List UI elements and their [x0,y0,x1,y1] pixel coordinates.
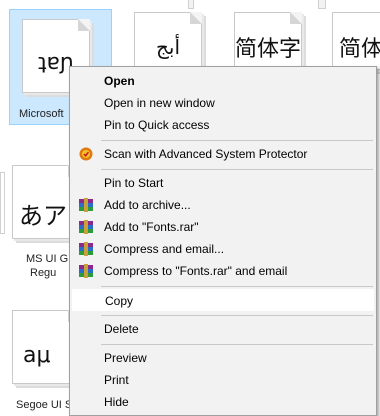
menu-item-preview[interactable]: Preview [72,347,374,369]
file-item-segoe-ui-symbol[interactable]: aμ Segoe UI S [0,305,80,416]
menu-item-delete[interactable]: Delete [72,318,374,340]
font-preview-glyph: 简体字 [235,37,302,62]
file-item-partial[interactable] [318,0,326,9]
context-menu: Open Open in new window Pin to Quick acc… [69,66,377,416]
file-label: Microsoft [19,108,64,120]
menu-separator [101,140,373,141]
menu-separator [101,286,373,287]
menu-item-label: Hide [104,395,129,409]
menu-item-compress-fonts-rar-email[interactable]: Compress to "Fonts.rar" and email [72,260,374,282]
menu-item-label: Open [104,74,135,88]
menu-item-label: Copy [105,294,134,308]
menu-item-hide[interactable]: Hide [72,391,374,413]
menu-item-label: Open in new window [104,96,215,110]
file-label-line2: Regu [30,267,57,279]
menu-item-label: Print [104,373,129,387]
menu-item-copy[interactable]: Copy [72,289,374,311]
file-item-partial[interactable] [0,172,5,234]
menu-item-scan-asp[interactable]: Scan with Advanced System Protector [72,143,374,165]
winrar-icon [79,242,93,256]
menu-item-label: Compress to "Fonts.rar" and email [104,264,288,278]
menu-item-pin-quick-access[interactable]: Pin to Quick access [72,114,374,136]
menu-separator [101,315,373,316]
file-item-chinese-2[interactable]: 简体 [330,12,380,70]
font-file-icon: 简体字 [234,12,302,70]
menu-item-add-to-archive[interactable]: Add to archive... [72,194,374,216]
menu-item-label: Scan with Advanced System Protector [104,147,308,161]
winrar-icon [79,264,93,278]
menu-item-compress-email[interactable]: Compress and email... [72,238,374,260]
file-item-simplified-chinese[interactable]: 简体字 [226,12,322,70]
menu-item-print[interactable]: Print [72,369,374,391]
menu-item-label: Add to "Fonts.rar" [104,220,199,234]
file-item-arabic[interactable]: أبج [124,12,220,70]
menu-item-label: Pin to Start [104,176,164,190]
font-preview-glyph: 简体 [339,37,380,62]
menu-item-label: Pin to Quick access [104,118,210,132]
file-item-partial[interactable] [188,0,194,9]
menu-item-label: Delete [104,322,139,336]
winrar-icon [79,198,93,212]
file-label: MS UI G [26,253,69,265]
menu-item-label: Compress and email... [104,242,225,256]
menu-item-open-new-window[interactable]: Open in new window [72,92,374,114]
menu-separator [101,344,373,345]
file-item-ms-ui-gothic[interactable]: あア MS UI G Regu [0,160,80,285]
file-label: Segoe UI S [16,399,73,411]
font-preview-glyph: أبج [155,35,181,59]
menu-item-pin-start[interactable]: Pin to Start [72,172,374,194]
shield-icon [79,147,93,161]
menu-item-label: Preview [104,351,147,365]
menu-item-open[interactable]: Open [72,70,374,92]
winrar-icon [79,220,93,234]
font-file-icon: أبج [134,12,202,70]
font-file-icon: 简体 [332,12,380,70]
menu-item-label: Add to archive... [104,198,191,212]
menu-item-add-to-fonts-rar[interactable]: Add to "Fonts.rar" [72,216,374,238]
menu-separator [101,169,373,170]
